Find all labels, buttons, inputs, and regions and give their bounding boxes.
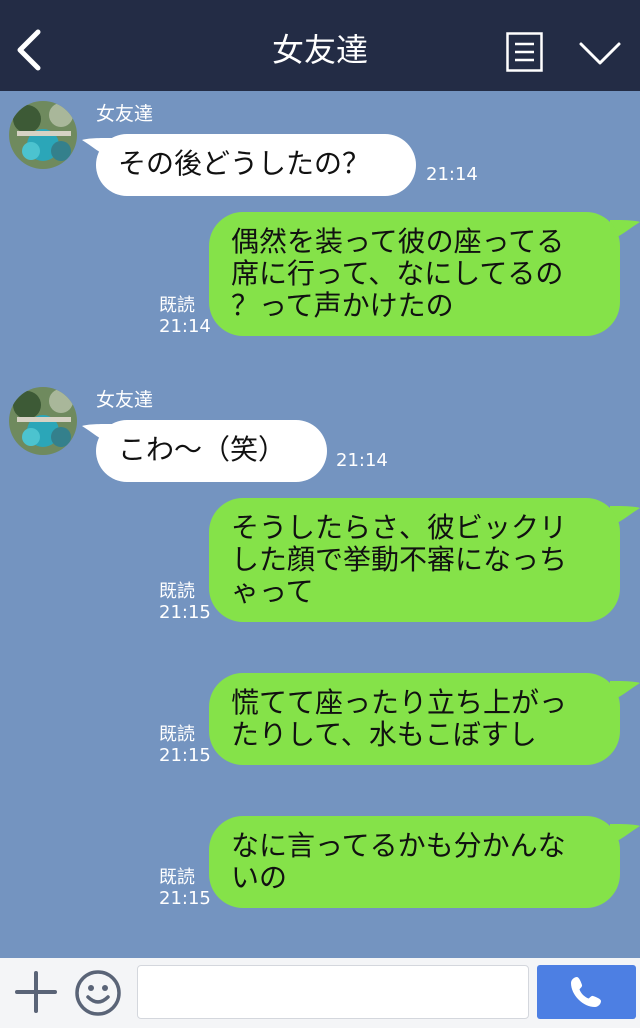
message-time: 21:15 [159, 602, 211, 623]
message-line: 慌てて座ったり立ち上がっ [231, 686, 568, 719]
message-bubble-outgoing[interactable]: そうしたらさ、彼ビックリ した顔で挙動不審になっち ゃって [209, 498, 620, 622]
message-line: 偶然を装って彼の座ってる [231, 225, 565, 258]
message-line: 席に行って、なにしてるの [231, 257, 564, 290]
message-line: そうしたらさ、彼ビックリ [231, 511, 568, 544]
plus-icon[interactable] [14, 970, 58, 1014]
avatar[interactable] [9, 101, 77, 169]
sender-name: 女友達 [96, 389, 154, 411]
message-line: ゃって [231, 575, 314, 608]
avatar[interactable] [9, 387, 77, 455]
message-time: 21:14 [426, 164, 478, 185]
chat-title: 女友達 [271, 31, 368, 69]
message-bubble-outgoing[interactable]: 偶然を装って彼の座ってる 席に行って、なにしてるの ？って声かけたの [209, 212, 620, 336]
message-line: ？って声かけたの [231, 289, 454, 322]
phone-icon [571, 977, 601, 1007]
message-line: その後どうしたの？ [118, 147, 371, 180]
message-time: 21:14 [336, 450, 388, 471]
message-line: こわ～（笑） [118, 433, 287, 466]
message-time: 21:14 [159, 316, 211, 337]
message-bubble-incoming[interactable]: こわ～（笑） [96, 420, 327, 482]
message-bubble-outgoing[interactable]: なに言ってるかも分かんな いの [209, 816, 620, 908]
message-bubble-outgoing[interactable]: 慌てて座ったり立ち上がっ たりして、水もこぼすし [209, 673, 620, 765]
chat-header: 女友達 [0, 0, 640, 91]
message-line: なに言ってるかも分かんな [231, 829, 566, 862]
message-line: たりして、水もこぼすし [231, 718, 537, 751]
message-time: 21:15 [159, 745, 211, 766]
message-line: いの [231, 861, 288, 894]
smiley-icon[interactable] [74, 969, 122, 1017]
read-receipt: 既読 [159, 581, 195, 602]
message-input[interactable] [137, 965, 529, 1019]
read-receipt: 既読 [159, 724, 195, 745]
read-receipt: 既読 [159, 295, 195, 316]
message-list[interactable]: 女友達 その後どうしたの？ 21:14 偶然を装って彼の座ってる 席に行って、な… [0, 91, 640, 958]
menu-list-icon[interactable] [506, 32, 543, 72]
chevron-down-icon[interactable] [578, 38, 622, 68]
sender-name: 女友達 [96, 103, 154, 125]
message-time: 21:15 [159, 888, 211, 909]
message-line: した顔で挙動不審になっち [231, 543, 568, 576]
call-button[interactable] [537, 965, 636, 1019]
read-receipt: 既読 [159, 867, 195, 888]
message-bubble-incoming[interactable]: その後どうしたの？ [96, 134, 416, 196]
